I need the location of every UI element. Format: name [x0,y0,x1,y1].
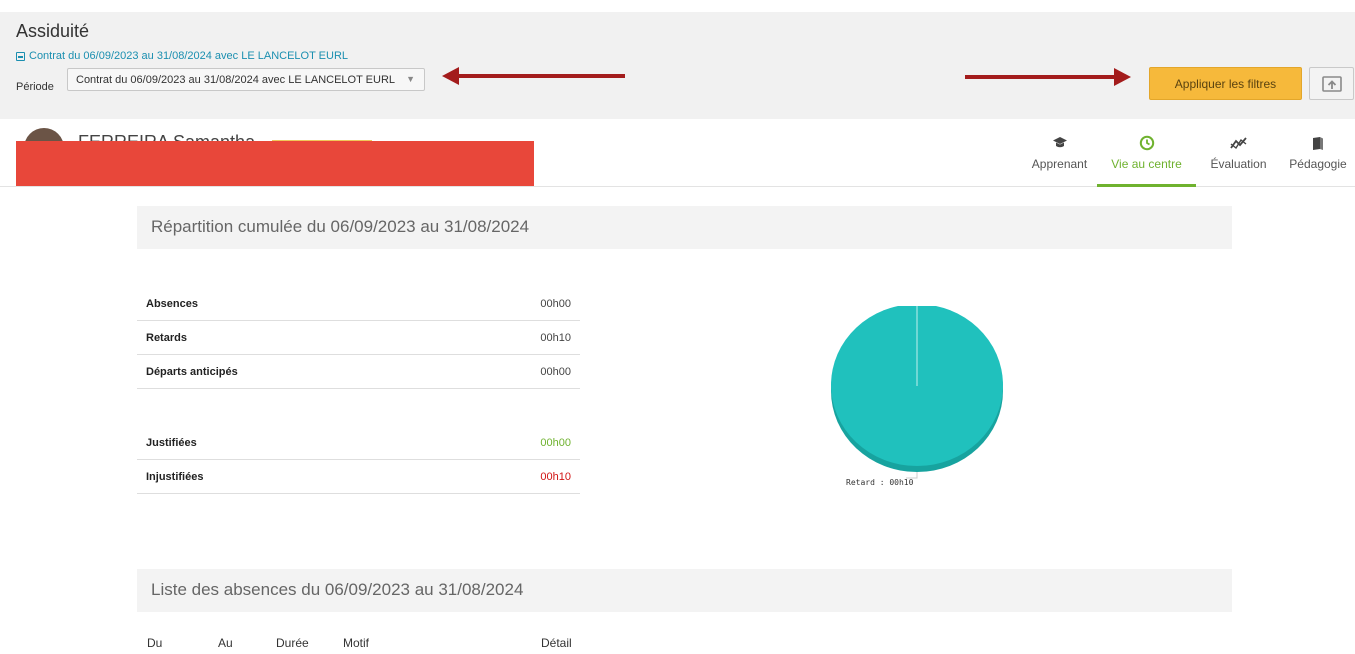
column-header-duree: Durée [276,636,309,650]
stat-label: Retards [146,331,187,344]
justification-table: Justifiées 00h00 Injustifiées 00h10 [137,426,580,494]
stat-label: Départs anticipés [146,365,238,378]
page-title: Assiduité [16,21,90,41]
stat-row-retards: Retards 00h10 [137,321,580,355]
column-header-motif: Motif [343,636,370,650]
stat-row-justifiees: Justifiées 00h00 [137,426,580,460]
redaction-block [16,141,534,186]
annotation-arrow-left [442,67,625,85]
repartition-title: Répartition cumulée du 06/09/2023 au 31/… [137,206,1232,249]
tab-label: Apprenant [1031,157,1088,171]
graduation-cap-icon [1052,134,1068,152]
stat-row-injustifiees: Injustifiées 00h10 [137,460,580,494]
stat-label: Justifiées [146,436,197,449]
export-button[interactable] [1309,67,1354,100]
stat-label: Absences [146,297,198,310]
filter-bar: Assiduité Contrat du 06/09/2023 au 31/08… [0,12,1355,119]
repartition-pie-chart: Retard : 00h10 [831,306,1003,487]
export-icon [1321,75,1342,92]
tab-label: Pédagogie [1289,157,1347,171]
document-icon [16,51,25,61]
annotation-arrow-right [965,68,1131,86]
stat-value: 00h00 [540,297,571,310]
tab-evaluation[interactable]: Évaluation [1196,119,1281,186]
book-icon [1312,134,1324,152]
contract-link[interactable]: Contrat du 06/09/2023 au 31/08/2024 avec… [16,50,348,62]
stat-row-departs: Départs anticipés 00h00 [137,355,580,389]
stat-value: 00h10 [540,470,571,483]
periode-select[interactable]: Contrat du 06/09/2023 au 31/08/2024 avec… [67,68,425,91]
tab-apprenant[interactable]: Apprenant [1022,119,1097,186]
contract-link-label: Contrat du 06/09/2023 au 31/08/2024 avec… [29,50,349,62]
stat-value: 00h00 [540,365,571,378]
pie-data-label: Retard : 00h10 [846,478,914,487]
stat-row-absences: Absences 00h00 [137,287,580,321]
tab-pedagogie[interactable]: Pédagogie [1281,119,1355,186]
column-header-detail: Détail [541,636,572,650]
apply-filters-button[interactable]: Appliquer les filtres [1149,67,1302,100]
absences-list-title: Liste des absences du 06/09/2023 au 31/0… [137,569,1232,612]
tab-label: Vie au centre [1111,157,1182,171]
column-header-au: Au [218,636,233,650]
time-stats-table: Absences 00h00 Retards 00h10 Départs ant… [137,287,580,389]
caret-down-icon: ▼ [406,74,415,84]
stat-label: Injustifiées [146,470,204,483]
section-tabs: Apprenant Vie au centre Évaluation Pédag… [1022,119,1355,187]
stat-value: 00h10 [540,331,571,344]
clock-icon [1139,134,1155,152]
tab-label: Évaluation [1210,157,1267,171]
periode-select-value: Contrat du 06/09/2023 au 31/08/2024 avec… [76,74,396,86]
chart-line-icon [1229,134,1248,152]
tab-vie-au-centre[interactable]: Vie au centre [1097,119,1196,187]
stat-value: 00h00 [540,436,571,449]
column-header-du: Du [147,636,163,650]
periode-label: Période [16,81,54,93]
